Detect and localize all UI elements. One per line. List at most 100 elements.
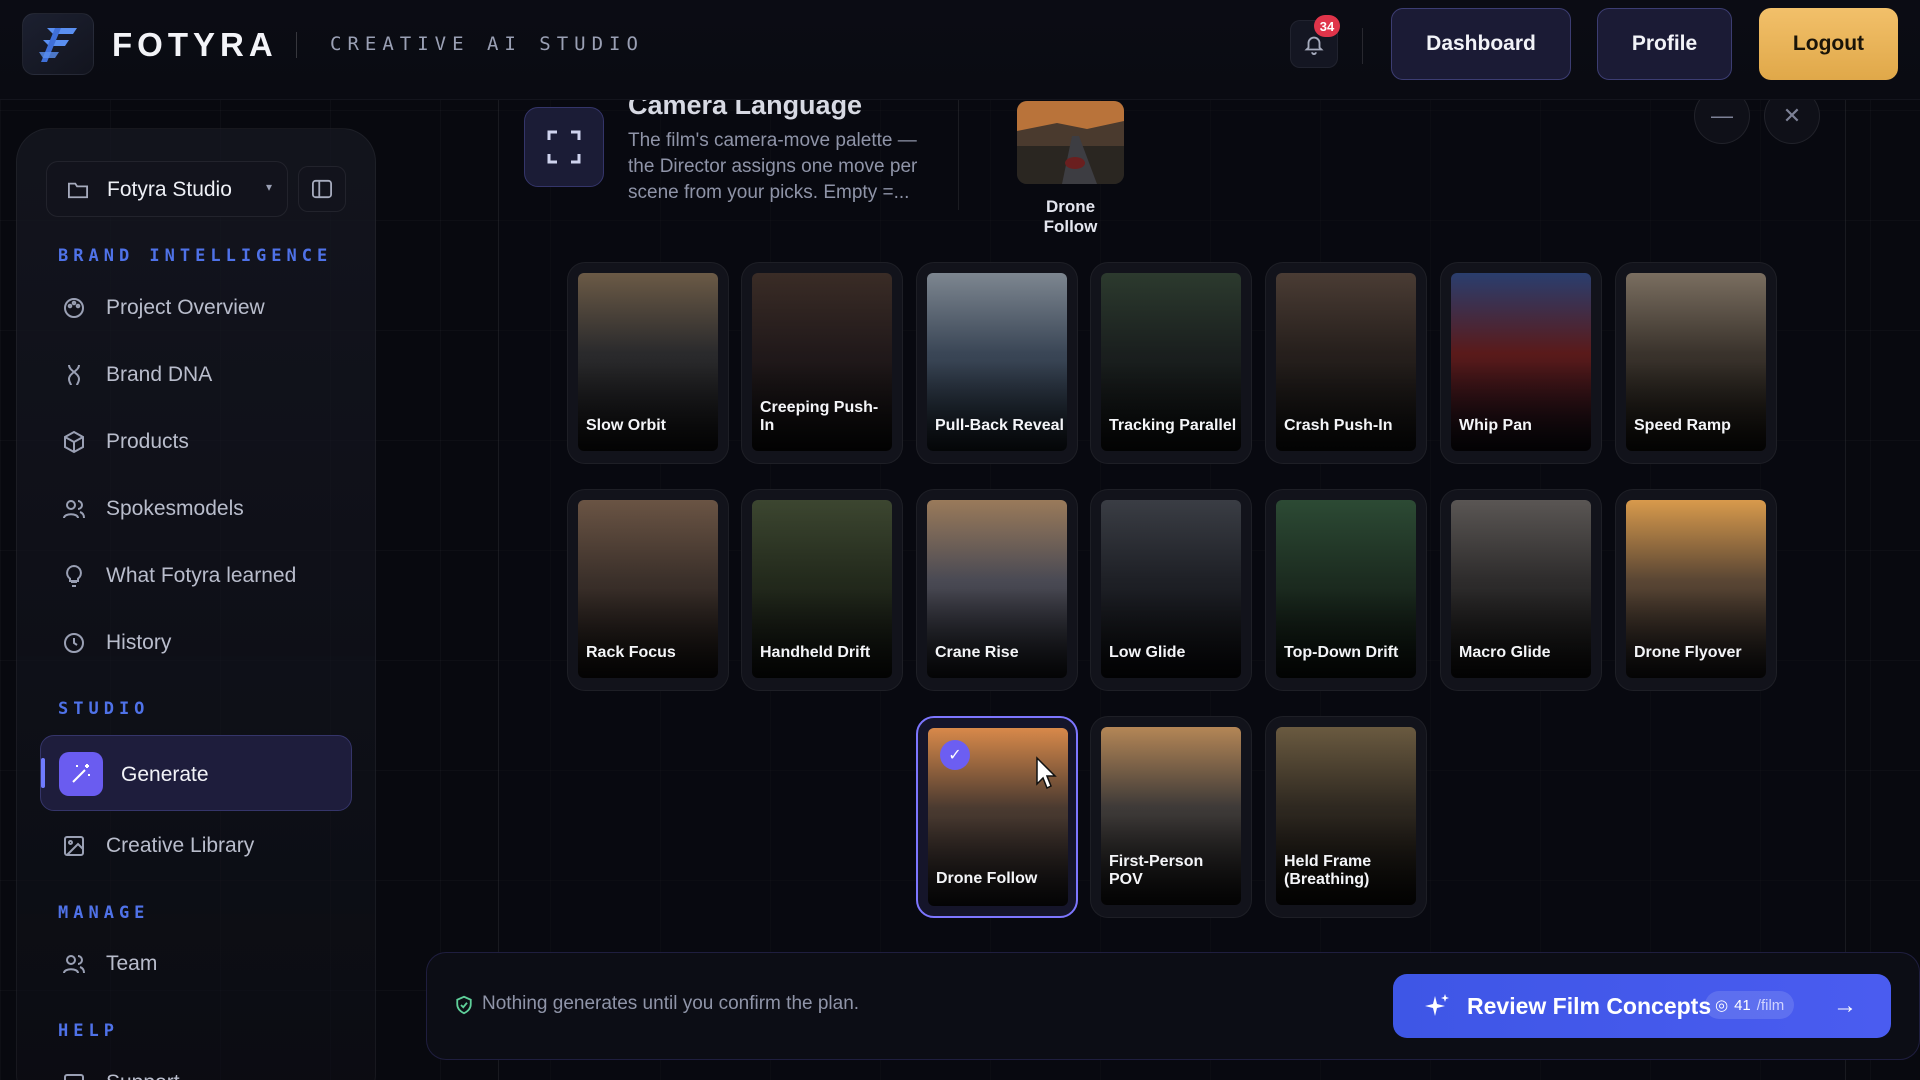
section-label-help: HELP <box>58 1021 119 1041</box>
dashboard-button[interactable]: Dashboard <box>1391 8 1571 80</box>
shield-check-icon <box>456 995 472 1015</box>
sidebar-item-generate[interactable]: Generate <box>40 735 352 811</box>
camera-move-card[interactable]: Drone Follow ✓ <box>916 716 1078 918</box>
sidebar-item-label: History <box>106 631 172 654</box>
camera-move-label: Handheld Drift <box>760 644 871 661</box>
sidebar-item-label: Project Overview <box>106 296 265 319</box>
camera-move-card[interactable]: Drone Flyover <box>1615 489 1777 691</box>
panel-description: The film's camera-move palette — the Dir… <box>628 130 918 203</box>
image-icon <box>64 836 84 856</box>
thumbnail-shade <box>578 361 718 451</box>
camera-move-label: Pull-Back Reveal <box>935 417 1064 434</box>
sidebar-item-support[interactable]: Support <box>44 1058 354 1080</box>
sidebar-item-label: Products <box>106 430 189 453</box>
sidebar-item-label: Creative Library <box>106 834 255 857</box>
camera-move-label: Crane Rise <box>935 644 1019 661</box>
cta-label: Review Film Concepts <box>1467 993 1712 1019</box>
camera-move-label: Macro Glide <box>1459 644 1551 661</box>
chevron-down-icon: ▾ <box>266 180 273 194</box>
sidebar-item-label: Team <box>106 952 158 975</box>
camera-move-card[interactable]: Slow Orbit <box>567 262 729 464</box>
thumbnail-shade <box>927 588 1067 678</box>
sidebar-item-team[interactable]: Team <box>44 939 354 989</box>
camera-move-label: Rack Focus <box>586 644 676 661</box>
lightbulb-icon <box>66 564 82 587</box>
review-film-concepts-button[interactable]: Review Film Concepts ◎ 41 /film → <box>1393 974 1891 1038</box>
top-bar: FOTYRA CREATIVE AI STUDIO 34 Dashboard P… <box>0 0 1920 100</box>
camera-move-label: Drone Flyover <box>1634 644 1742 661</box>
logout-button[interactable]: Logout <box>1759 8 1898 80</box>
camera-move-card[interactable]: Crash Push-In <box>1265 262 1427 464</box>
confirm-note: Nothing generates until you confirm the … <box>482 993 860 1014</box>
cost-unit: /film <box>1756 996 1785 1014</box>
brand-divider <box>296 32 297 58</box>
checkmark-icon: ✓ <box>940 740 970 770</box>
camera-move-label: Low Glide <box>1109 644 1186 661</box>
camera-move-label: Creeping Push-In <box>760 399 879 434</box>
minus-icon: — <box>1711 103 1733 128</box>
camera-move-card[interactable]: Pull-Back Reveal <box>916 262 1078 464</box>
camera-move-label: Top-Down Drift <box>1284 644 1399 661</box>
camera-move-card[interactable]: Macro Glide <box>1440 489 1602 691</box>
sidebar-item-project-overview[interactable]: Project Overview <box>44 283 354 333</box>
sidebar-item-products[interactable]: Products <box>44 417 354 467</box>
arrow-right-icon: → <box>1833 992 1857 1019</box>
camera-move-card[interactable]: Held Frame (Breathing) <box>1265 716 1427 918</box>
sidebar-item-creative-library[interactable]: Creative Library <box>44 821 354 871</box>
sidebar-item-label: Support <box>106 1071 180 1080</box>
section-label-manage: MANAGE <box>58 903 150 923</box>
sidebar <box>16 128 376 1080</box>
sidebar-item-label: Brand DNA <box>106 363 213 386</box>
support-icon <box>64 1074 84 1080</box>
thumbnail-shade <box>1626 588 1766 678</box>
sidebar-item-label: Spokesmodels <box>106 497 244 520</box>
profile-button[interactable]: Profile <box>1597 8 1732 80</box>
coin-icon: ◎ <box>1715 997 1729 1014</box>
thumbnail-shade <box>1451 361 1591 451</box>
sidebar-item-history[interactable]: History <box>44 618 354 668</box>
sidebar-panel-icon <box>312 179 332 199</box>
camera-move-card[interactable]: Low Glide <box>1090 489 1252 691</box>
sidebar-item-what-fotyra-learned[interactable]: What Fotyra learned <box>44 551 354 601</box>
camera-move-label: Speed Ramp <box>1634 417 1731 434</box>
brand-name: FOTYRA <box>112 26 278 63</box>
camera-move-card[interactable]: Rack Focus <box>567 489 729 691</box>
camera-move-card[interactable]: Speed Ramp <box>1615 262 1777 464</box>
logo-icon[interactable] <box>22 13 94 75</box>
camera-move-card[interactable]: Whip Pan <box>1440 262 1602 464</box>
close-icon: ✕ <box>1782 103 1802 128</box>
thumbnail-shade <box>928 816 1068 906</box>
camera-move-card[interactable]: Top-Down Drift <box>1265 489 1427 691</box>
header-separator <box>1362 28 1363 64</box>
notification-badge: 34 <box>1314 15 1340 37</box>
selected-move-label: Drone Follow <box>1043 197 1098 236</box>
sidebar-toggle-button[interactable] <box>298 166 346 212</box>
camera-move-card[interactable]: Handheld Drift <box>741 489 903 691</box>
credit-cost-badge: ◎ 41 /film <box>1705 991 1795 1019</box>
camera-move-card[interactable]: Tracking Parallel <box>1090 262 1252 464</box>
camera-move-label: Tracking Parallel <box>1109 417 1237 434</box>
workspace-select[interactable]: Fotyra Studio ▾ <box>46 161 288 217</box>
sidebar-item-brand-dna[interactable]: Brand DNA <box>44 350 354 400</box>
sidebar-item-spokesmodels[interactable]: Spokesmodels <box>44 484 354 534</box>
camera-move-label: Crash Push-In <box>1284 417 1393 434</box>
thumbnail-shade <box>927 361 1067 451</box>
workspace-name: Fotyra Studio <box>107 178 232 201</box>
thumbnail-shade <box>1626 361 1766 451</box>
camera-move-card[interactable]: First-Person POV <box>1090 716 1252 918</box>
sidebar-item-label: What Fotyra learned <box>106 564 297 587</box>
expand-icon <box>524 107 604 187</box>
camera-move-label: Held Frame (Breathing) <box>1284 853 1372 888</box>
camera-move-label: Whip Pan <box>1459 417 1532 434</box>
team-icon <box>63 955 85 974</box>
thumbnail-shade <box>1276 588 1416 678</box>
thumbnail-shade <box>578 588 718 678</box>
camera-move-card[interactable]: Creeping Push-In <box>741 262 903 464</box>
cost-value: 41 <box>1734 996 1751 1014</box>
thumbnail-shade <box>1101 361 1241 451</box>
brand-tagline: CREATIVE AI STUDIO <box>330 33 644 55</box>
users-icon <box>63 500 85 519</box>
active-indicator <box>41 758 45 788</box>
clock-icon <box>64 633 84 653</box>
camera-move-card[interactable]: Crane Rise <box>916 489 1078 691</box>
